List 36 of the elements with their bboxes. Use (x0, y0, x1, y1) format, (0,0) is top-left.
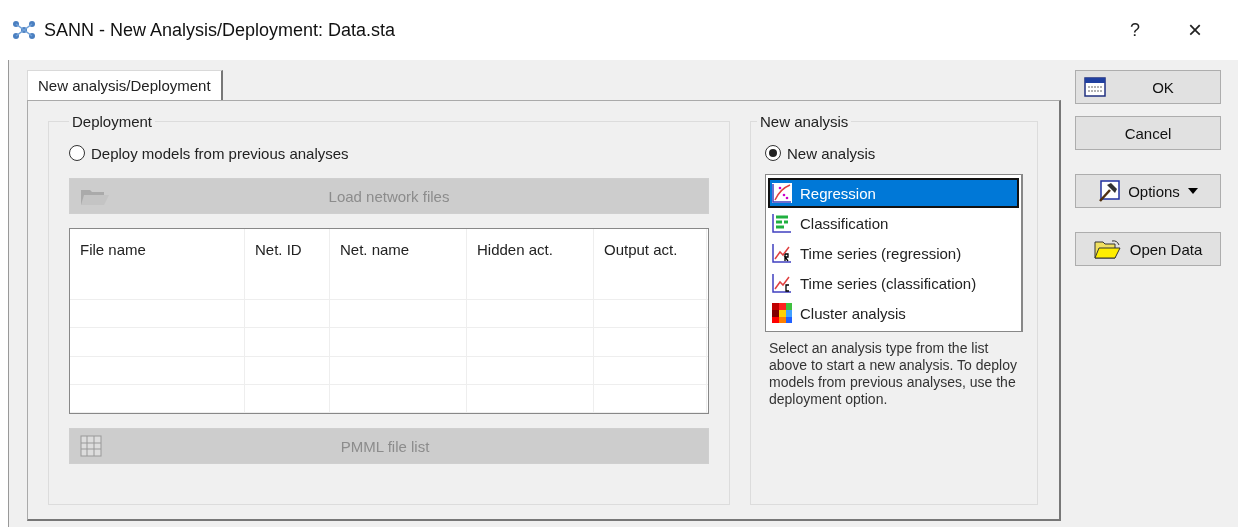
bar-list-icon (772, 213, 792, 233)
color-grid-icon (772, 303, 792, 323)
table-icon (1084, 77, 1106, 97)
column-header: Output act. (594, 229, 707, 300)
line-chart-icon (772, 273, 792, 293)
radio-label[interactable]: New analysis (787, 144, 876, 162)
list-item[interactable]: Cluster analysis (768, 298, 1019, 328)
radio-label[interactable]: Deploy models from previous analyses (91, 144, 349, 162)
column-header: Net. ID (245, 229, 330, 300)
hint-text: Select an analysis type from the list above to start a new analysis. To deploy models from previous analyses, use the deployment option. (769, 340, 1018, 408)
hammer-icon (1098, 180, 1121, 202)
folder-icon (1093, 238, 1122, 260)
close-button[interactable]: × (1170, 10, 1220, 50)
list-item[interactable]: Time series (regression) (768, 238, 1019, 268)
radio-button[interactable] (69, 145, 85, 161)
help-button[interactable]: ? (1110, 10, 1160, 50)
dialog-button[interactable]: Open Data (1075, 232, 1221, 266)
list-item[interactable]: Time series (classification) (768, 268, 1019, 298)
group-title: New analysis (757, 113, 852, 130)
column-header: Net. name (330, 229, 467, 300)
caret-icon (1187, 188, 1198, 194)
network-icon (12, 20, 36, 40)
column-header: File name (70, 229, 245, 300)
column-header: Hidden act. (467, 229, 594, 300)
scatter-plot-icon (772, 183, 792, 203)
dialog-button[interactable]: Options (1075, 174, 1221, 208)
list-item[interactable]: Classification (768, 208, 1019, 238)
group-title: Deployment (69, 113, 156, 130)
list-item[interactable]: Regression (768, 178, 1019, 208)
window-title: SANN - New Analysis/Deployment: Data.sta (44, 19, 396, 41)
radio-button[interactable] (765, 145, 781, 161)
tab[interactable]: New analysis/Deployment (27, 70, 223, 100)
dialog-button[interactable]: Cancel (1075, 116, 1221, 150)
line-chart-icon (772, 243, 792, 263)
grid-icon (80, 435, 102, 457)
dialog-button[interactable]: OK (1075, 70, 1221, 104)
